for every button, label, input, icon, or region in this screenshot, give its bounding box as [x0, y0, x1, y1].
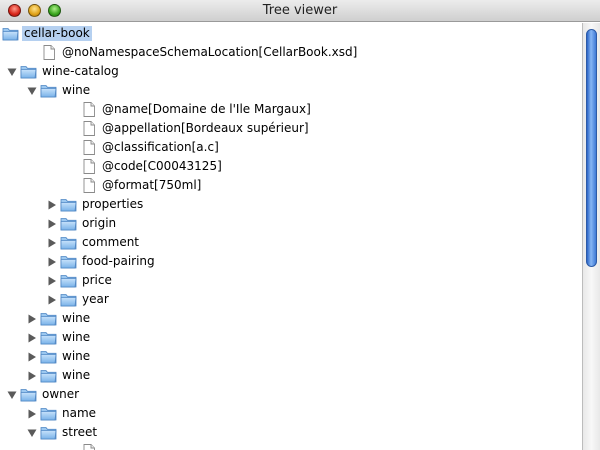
folder-icon	[2, 25, 20, 42]
disclosure-collapsed-icon[interactable]	[27, 408, 37, 419]
tree-node-label: street	[62, 425, 98, 439]
disclosure-collapsed-icon[interactable]	[27, 370, 37, 381]
tree-node-folder[interactable]: year	[0, 290, 582, 309]
folder-icon	[60, 291, 78, 308]
disclosure-collapsed-icon[interactable]	[47, 256, 57, 267]
tree-node-label: @format[750ml]	[102, 178, 202, 192]
tree-node-attribute[interactable]: @format[750ml]	[0, 176, 582, 195]
document-icon	[80, 177, 98, 194]
tree-viewer-window: Tree viewer cellar-book @noNamespaceSchem…	[0, 0, 600, 450]
tree-node-folder[interactable]: wine	[0, 347, 582, 366]
tree-node-folder[interactable]: price	[0, 271, 582, 290]
folder-icon	[40, 329, 58, 346]
document-icon	[80, 158, 98, 175]
tree-node-label: @code[C00043125]	[102, 159, 222, 173]
tree-node-attribute[interactable]: @code[C00043125]	[0, 157, 582, 176]
tree-node-label: cellar-book	[22, 26, 92, 41]
window-title: Tree viewer	[262, 3, 338, 18]
tree-node-label: comment	[82, 235, 140, 249]
disclosure-collapsed-icon[interactable]	[27, 351, 37, 362]
tree-node-folder[interactable]: wine-catalog	[0, 62, 582, 81]
folder-icon	[40, 348, 58, 365]
disclosure-expanded-icon[interactable]	[27, 427, 37, 437]
tree-node-label: properties	[82, 197, 144, 211]
tree-node-folder[interactable]: cellar-book	[0, 24, 582, 43]
folder-icon	[20, 63, 38, 80]
disclosure-expanded-icon[interactable]	[7, 66, 17, 76]
disclosure-collapsed-icon[interactable]	[47, 294, 57, 305]
tree-node-label: year	[82, 292, 109, 306]
folder-icon	[40, 310, 58, 327]
folder-icon	[20, 386, 38, 403]
tree-node-folder[interactable]: properties	[0, 195, 582, 214]
tree-node-folder[interactable]: wine	[0, 309, 582, 328]
tree-node-attribute[interactable]: @name[Domaine de l'Ile Margaux]	[0, 100, 582, 119]
tree-node-folder[interactable]: owner	[0, 385, 582, 404]
title-bar[interactable]: Tree viewer	[0, 0, 600, 22]
disclosure-collapsed-icon[interactable]	[47, 275, 57, 286]
tree-node-label: wine	[62, 368, 91, 382]
folder-icon	[40, 367, 58, 384]
scrollbar-thumb[interactable]	[586, 29, 597, 267]
tree-node-label: price	[82, 273, 112, 287]
tree-node-attribute[interactable]: @classification[a.c]	[0, 138, 582, 157]
disclosure-collapsed-icon[interactable]	[47, 199, 57, 210]
tree-node-folder[interactable]: food-pairing	[0, 252, 582, 271]
document-icon	[80, 120, 98, 137]
disclosure-collapsed-icon[interactable]	[47, 237, 57, 248]
folder-icon	[40, 424, 58, 441]
vertical-scrollbar[interactable]	[582, 23, 600, 450]
disclosure-expanded-icon[interactable]	[27, 85, 37, 95]
tree-node-label: food-pairing	[82, 254, 155, 268]
tree-node-folder[interactable]: name	[0, 404, 582, 423]
tree-node-label: @name[Domaine de l'Ile Margaux]	[102, 102, 311, 116]
tree-node-attribute[interactable]: @noNamespaceSchemaLocation[CellarBook.xs…	[0, 43, 582, 62]
folder-icon	[60, 253, 78, 270]
tree-node-label: owner	[42, 387, 80, 401]
document-icon	[80, 101, 98, 118]
tree-node-folder[interactable]: wine	[0, 81, 582, 100]
tree-node-label: wine-catalog	[42, 64, 119, 78]
tree-node-attribute[interactable]: @appellation[Bordeaux supérieur]	[0, 119, 582, 138]
document-icon	[80, 139, 98, 156]
tree-node-folder[interactable]: comment	[0, 233, 582, 252]
tree-node-label: wine	[62, 349, 91, 363]
tree-node-label: wine	[62, 330, 91, 344]
tree-node-folder[interactable]: wine	[0, 366, 582, 385]
tree-node-label: @classification[a.c]	[102, 140, 219, 154]
folder-icon	[60, 196, 78, 213]
tree-node-folder[interactable]: origin	[0, 214, 582, 233]
tree-node-label: wine	[62, 311, 91, 325]
tree-node-folder[interactable]: wine	[0, 328, 582, 347]
folder-icon	[40, 405, 58, 422]
tree-node-label: origin	[82, 216, 117, 230]
folder-icon	[60, 215, 78, 232]
tree-node-label: name	[62, 406, 97, 420]
disclosure-collapsed-icon[interactable]	[27, 313, 37, 324]
disclosure-expanded-icon[interactable]	[7, 389, 17, 399]
folder-icon	[40, 82, 58, 99]
tree-node-label: wine	[62, 83, 91, 97]
xml-tree[interactable]: cellar-book @noNamespaceSchemaLocation[Ce…	[0, 23, 582, 450]
disclosure-collapsed-icon[interactable]	[27, 332, 37, 343]
folder-icon	[60, 234, 78, 251]
disclosure-collapsed-icon[interactable]	[47, 218, 57, 229]
folder-icon	[60, 272, 78, 289]
document-icon	[40, 44, 58, 61]
tree-node-label: @noNamespaceSchemaLocation[CellarBook.xs…	[62, 45, 358, 59]
tree-node-folder[interactable]: street	[0, 423, 582, 442]
tree-node-label: @appellation[Bordeaux supérieur]	[102, 121, 309, 135]
document-icon	[80, 443, 98, 450]
tree-node-attribute[interactable]	[0, 442, 582, 450]
